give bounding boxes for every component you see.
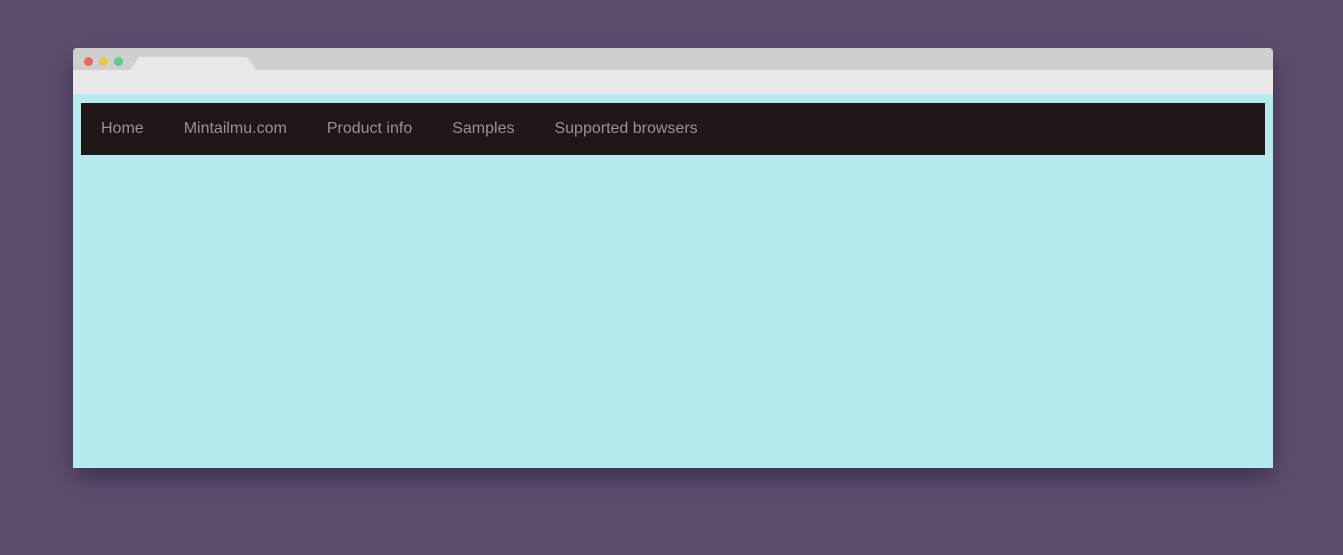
page-content: Home Mintailmu.com Product info Samples … [73,95,1273,468]
browser-tab[interactable] [129,57,257,71]
top-navbar: Home Mintailmu.com Product info Samples … [81,103,1265,155]
browser-window: Home Mintailmu.com Product info Samples … [73,48,1273,468]
browser-title-bar [73,48,1273,71]
minimize-window-button[interactable] [99,57,108,66]
nav-link-supported-browsers[interactable]: Supported browsers [534,103,717,155]
maximize-window-button[interactable] [114,57,123,66]
close-window-button[interactable] [84,57,93,66]
address-bar[interactable] [73,70,1273,95]
nav-link-product-info[interactable]: Product info [307,103,432,155]
nav-link-home[interactable]: Home [81,103,164,155]
nav-link-mintailmu[interactable]: Mintailmu.com [164,103,307,155]
nav-link-samples[interactable]: Samples [432,103,534,155]
